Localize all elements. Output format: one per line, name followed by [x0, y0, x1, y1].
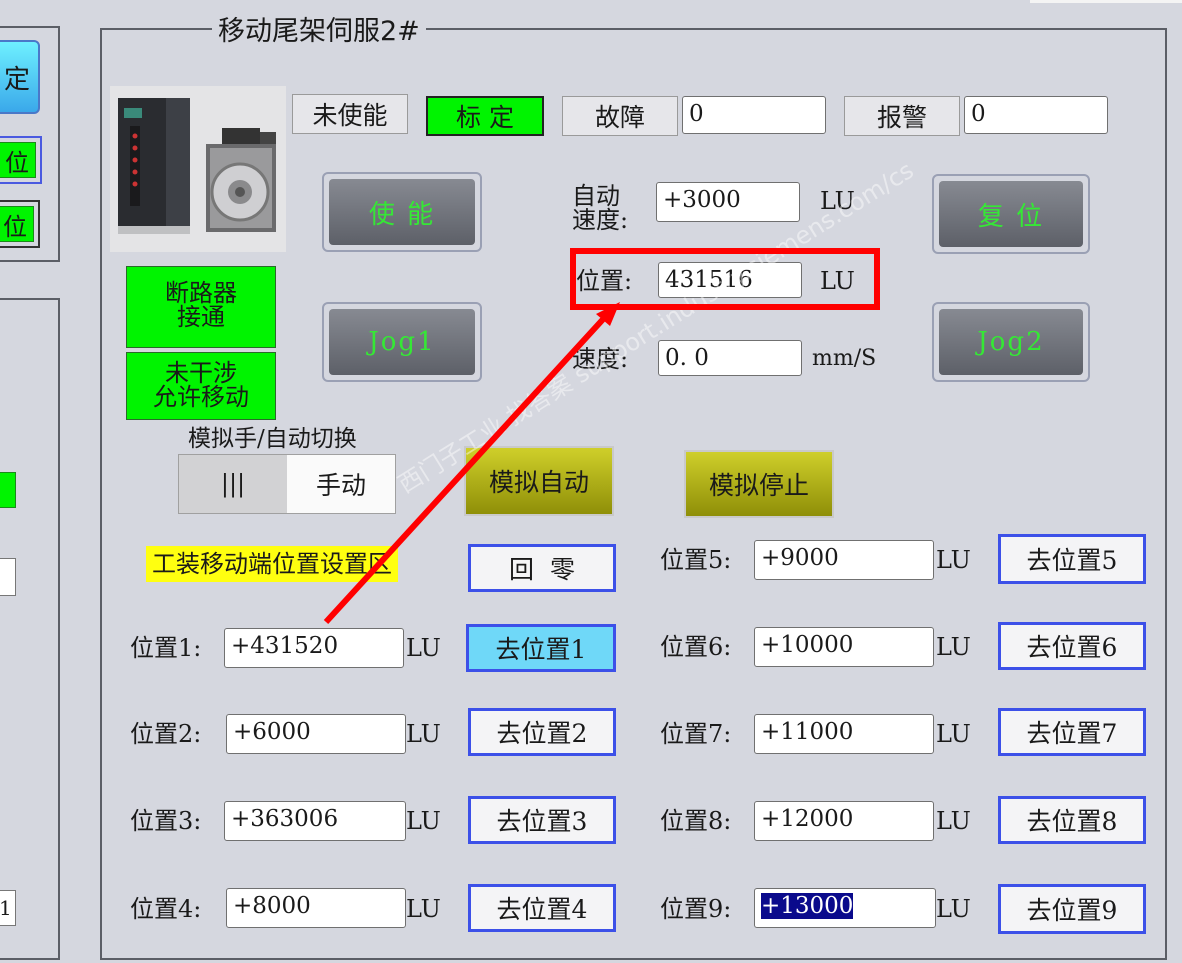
annotation-arrow — [323, 302, 620, 625]
